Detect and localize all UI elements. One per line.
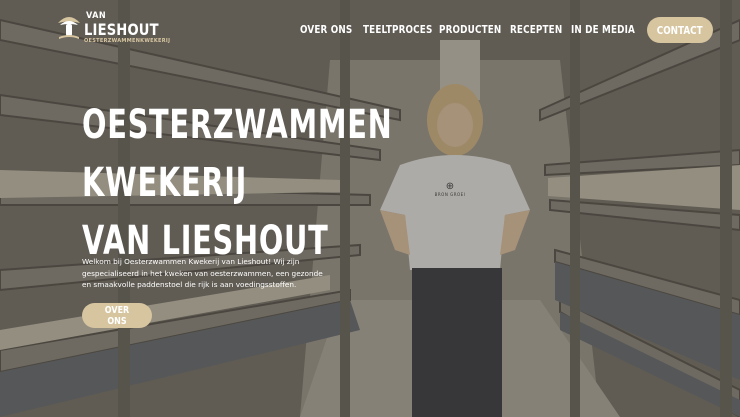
- contact-button[interactable]: CONTACT: [647, 17, 713, 43]
- hero-title: OESTERZWAMMEN KWEKERIJ VAN LIESHOUT: [82, 96, 393, 270]
- hero-section: VAN LIESHOUT OESTERZWAMMENKWEKERIJ OVER …: [0, 0, 740, 417]
- shirt-logo-icon: ⊕: [445, 181, 455, 192]
- shirt-text: BRON GROEI: [434, 192, 466, 197]
- over-ons-button[interactable]: OVER ONS: [82, 303, 152, 328]
- shirt-print: ⊕ BRON GROEI: [430, 181, 470, 198]
- hero-title-line1: OESTERZWAMMEN: [82, 102, 393, 148]
- nav-item-teeltproces[interactable]: TEELTPROCES: [363, 23, 432, 36]
- nav-item-recepten[interactable]: RECEPTEN: [510, 23, 562, 36]
- hero-title-line2: KWEKERIJ: [82, 160, 248, 206]
- over-ons-button-label: OVER ONS: [104, 304, 130, 327]
- nav-item-producten[interactable]: PRODUCTEN: [439, 23, 501, 36]
- nav-item-over-ons[interactable]: OVER ONS: [300, 23, 352, 36]
- contact-button-label: CONTACT: [657, 23, 703, 37]
- logo-tagline: OESTERZWAMMENKWEKERIJ: [84, 38, 171, 44]
- site-logo[interactable]: VAN LIESHOUT OESTERZWAMMENKWEKERIJ: [56, 11, 170, 47]
- nav-item-in-de-media[interactable]: IN DE MEDIA: [571, 23, 635, 36]
- mushroom-logo-icon: [58, 17, 80, 39]
- hero-intro-text: Welkom bij Oesterzwammen Kwekerij van Li…: [82, 257, 323, 289]
- logo-name-text: LIESHOUT: [84, 20, 159, 39]
